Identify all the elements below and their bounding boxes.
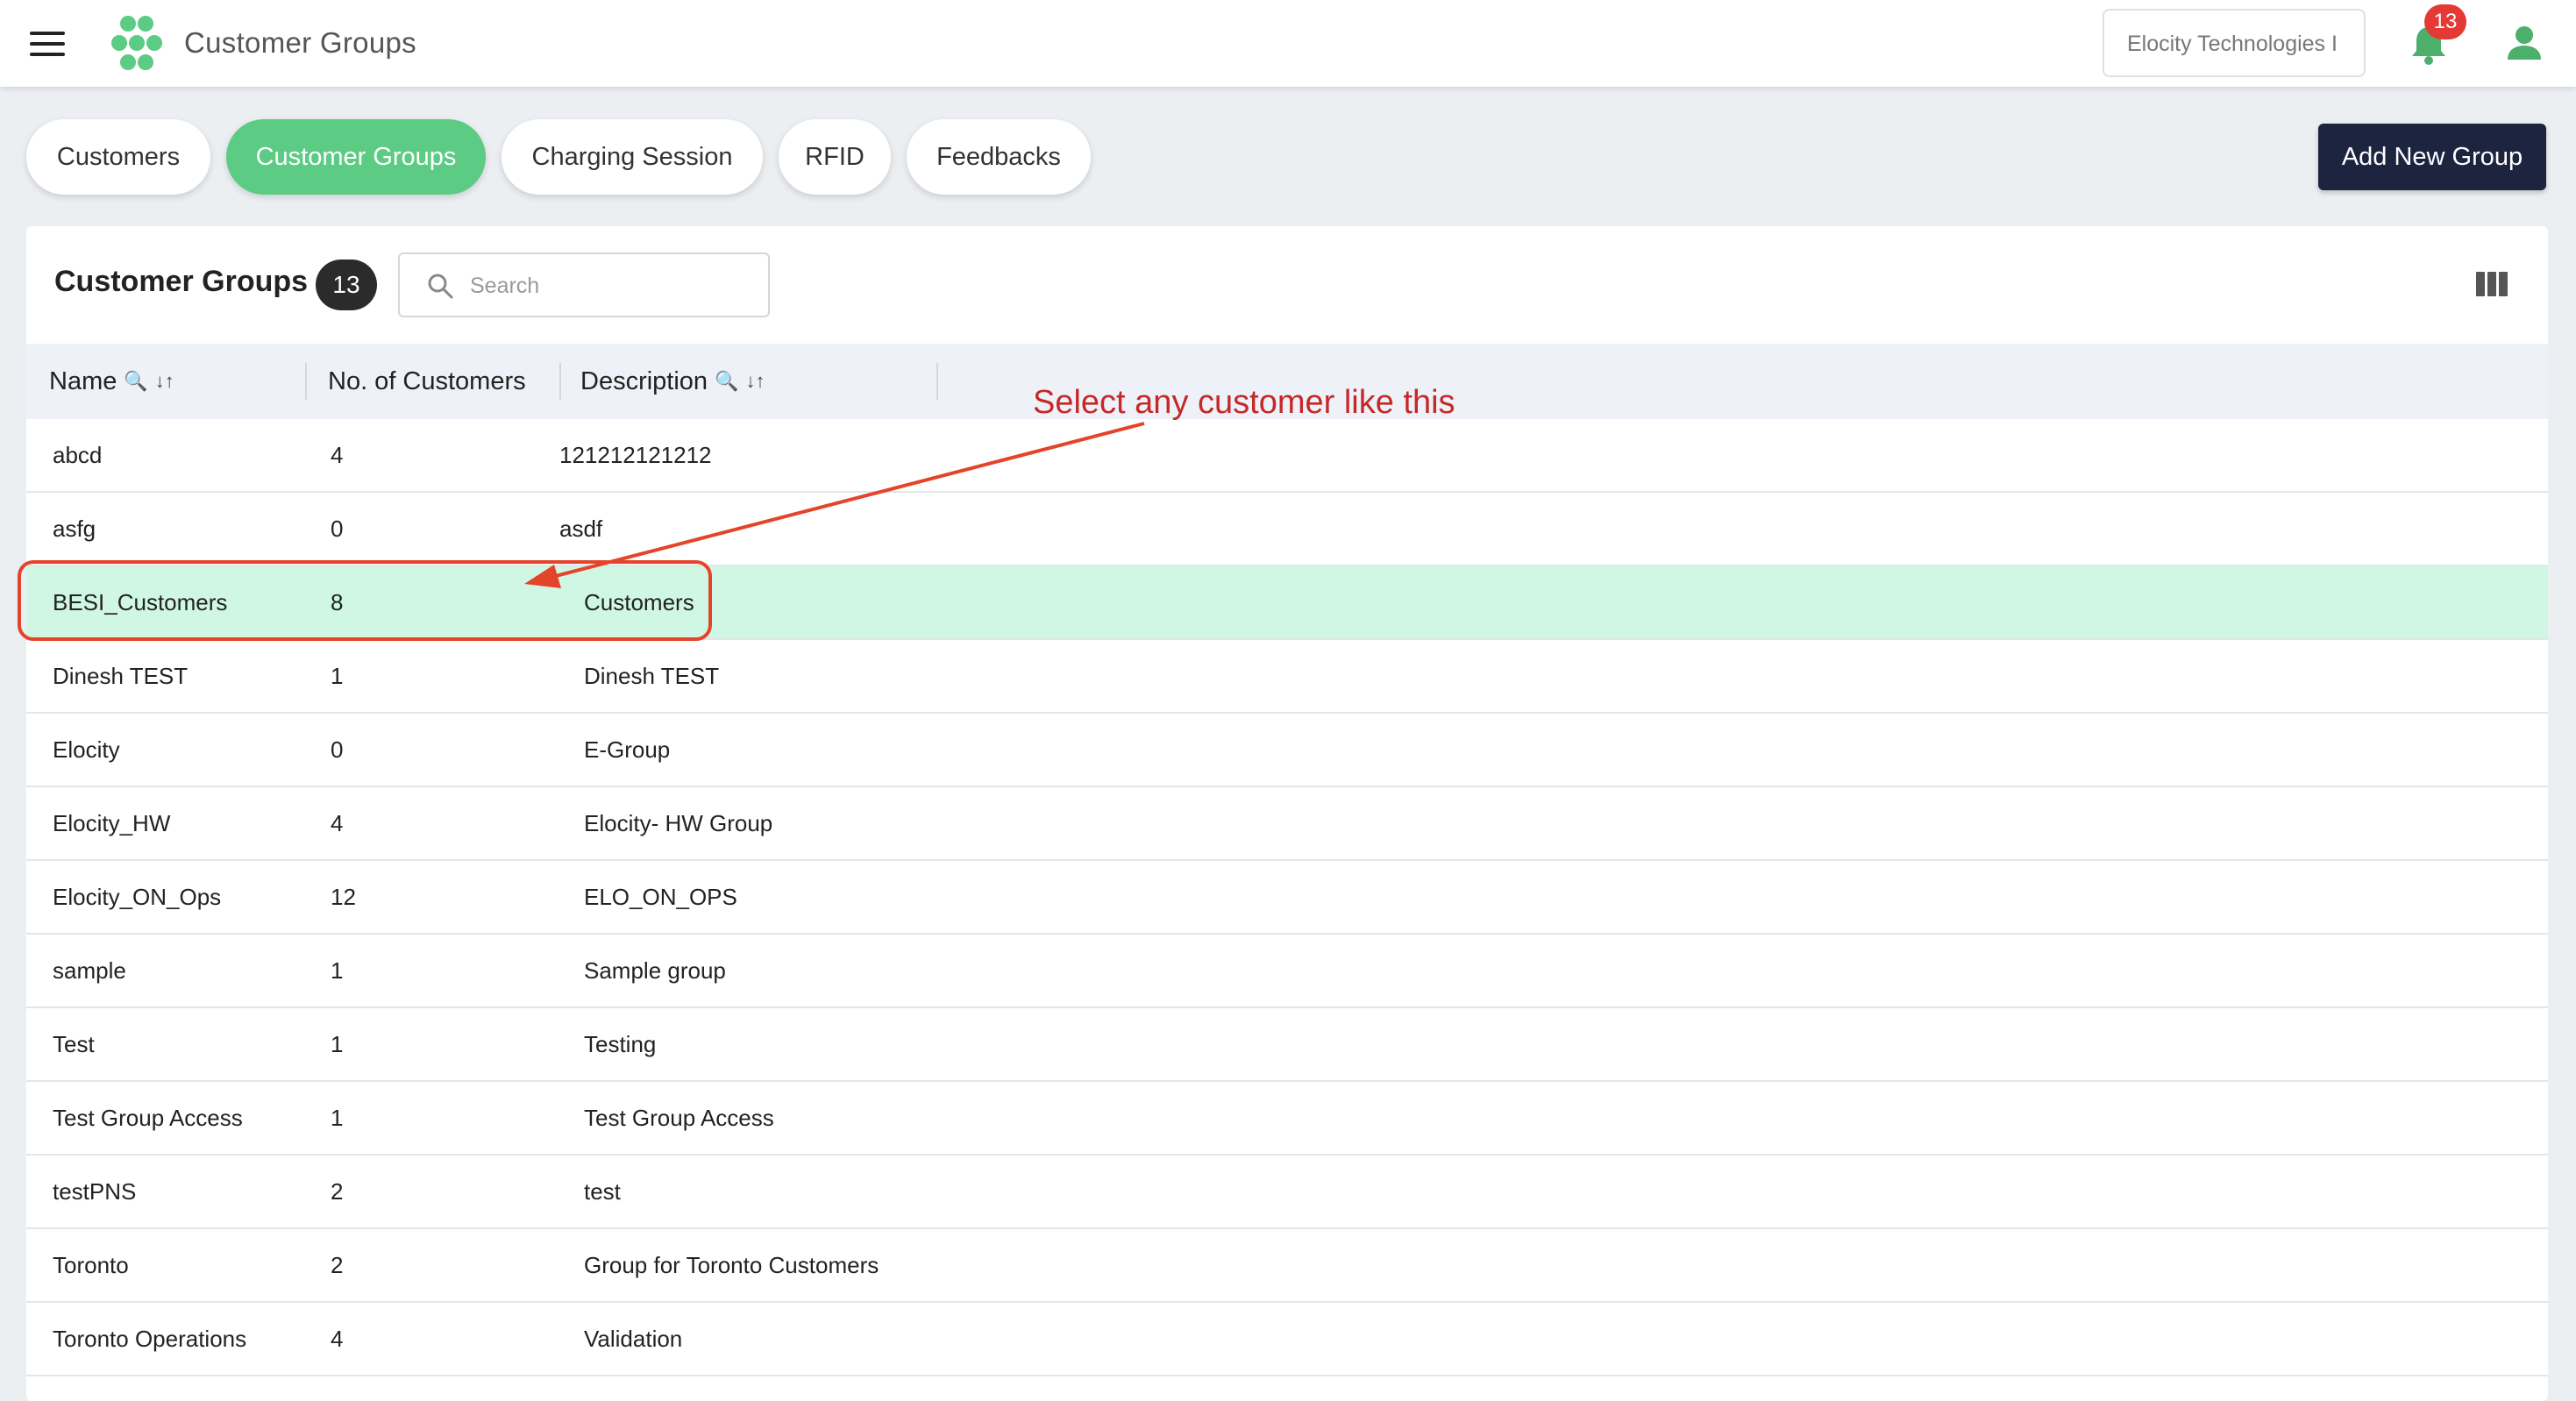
notification-badge: 13 — [2424, 4, 2466, 39]
cell-name: Toronto Operations — [53, 1326, 247, 1352]
columns-icon[interactable] — [2476, 272, 2508, 296]
table-row[interactable]: Elocity_HW 4 Elocity- HW Group — [26, 787, 2548, 861]
column-header-description[interactable]: Description 🔍 ↓↑ — [580, 344, 765, 419]
cell-customers: 0 — [331, 516, 344, 542]
cell-description: Group for Toronto Customers — [584, 1252, 879, 1278]
cell-description: Testing — [584, 1031, 657, 1057]
search-icon — [428, 274, 453, 299]
organization-selector[interactable]: Elocity Technologies I — [2103, 9, 2366, 77]
page-title: Customer Groups — [184, 26, 416, 59]
cell-description: Test Group Access — [584, 1105, 774, 1131]
tab-customer-groups[interactable]: Customer Groups — [226, 119, 486, 195]
tab-customers[interactable]: Customers — [26, 119, 210, 195]
table-row[interactable]: Test 1 Testing — [26, 1008, 2548, 1082]
cell-customers: 2 — [331, 1178, 344, 1205]
cell-name: Elocity — [53, 736, 120, 763]
cell-name: abcd — [53, 442, 103, 468]
tab-rfid[interactable]: RFID — [779, 119, 891, 195]
tab-feedbacks[interactable]: Feedbacks — [907, 119, 1091, 195]
cell-description: 121212121212 — [559, 442, 712, 468]
table-row[interactable]: sample 1 Sample group — [26, 935, 2548, 1008]
cell-customers: 1 — [331, 957, 344, 984]
add-new-group-button[interactable]: Add New Group — [2318, 124, 2546, 190]
table-row[interactable]: abcd 4 121212121212 — [26, 419, 2548, 493]
cell-customers: 4 — [331, 1326, 344, 1352]
column-divider — [936, 363, 938, 400]
column-divider — [305, 363, 307, 400]
menu-icon[interactable] — [30, 32, 65, 56]
cell-name: sample — [53, 957, 126, 984]
cell-description: asdf — [559, 516, 603, 542]
cell-description: ELO_ON_OPS — [584, 884, 737, 910]
table-row[interactable]: asfg 0 asdf — [26, 493, 2548, 566]
column-divider — [559, 363, 561, 400]
table-row[interactable]: Dinesh TEST 1 Dinesh TEST — [26, 640, 2548, 714]
annotation-text: Select any customer like this — [1033, 384, 1455, 421]
cell-description: Sample group — [584, 957, 726, 984]
tab-charging-session[interactable]: Charging Session — [502, 119, 763, 195]
table-body: abcd 4 121212121212 asfg 0 asdf BESI_Cus… — [26, 419, 2548, 1376]
table-row[interactable]: Elocity 0 E-Group — [26, 714, 2548, 787]
cell-name: BESI_Customers — [53, 589, 228, 615]
table-row[interactable]: testPNS 2 test — [26, 1156, 2548, 1229]
panel-title: Customer Groups — [54, 265, 309, 298]
cell-name: Test Group Access — [53, 1105, 243, 1131]
cell-customers: 2 — [331, 1252, 344, 1278]
cell-name: asfg — [53, 516, 96, 542]
cell-description: E-Group — [584, 736, 671, 763]
column-header-name[interactable]: Name 🔍 ↓↑ — [49, 344, 174, 419]
table-row[interactable]: Test Group Access 1 Test Group Access — [26, 1082, 2548, 1156]
cell-description: Customers — [584, 589, 694, 615]
group-count-badge: 13 — [316, 260, 377, 310]
cell-customers: 0 — [331, 736, 344, 763]
cell-customers: 12 — [331, 884, 356, 910]
sort-icon[interactable]: ↓↑ — [155, 370, 174, 393]
search-input[interactable] — [470, 267, 751, 305]
search-column-icon[interactable]: 🔍 — [715, 370, 738, 393]
cell-description: Elocity- HW Group — [584, 810, 773, 836]
cell-customers: 8 — [331, 589, 344, 615]
search-column-icon[interactable]: 🔍 — [124, 370, 147, 393]
app-logo — [111, 16, 162, 70]
table-row[interactable]: Toronto 2 Group for Toronto Customers — [26, 1229, 2548, 1303]
search-field[interactable] — [398, 252, 770, 317]
cell-customers: 4 — [331, 810, 344, 836]
cell-name: Test — [53, 1031, 95, 1057]
table-row-selected[interactable]: BESI_Customers 8 Customers — [26, 566, 2548, 640]
cell-name: testPNS — [53, 1178, 137, 1205]
cell-name: Toronto — [53, 1252, 129, 1278]
table-row[interactable]: Elocity_ON_Ops 12 ELO_ON_OPS — [26, 861, 2548, 935]
cell-customers: 1 — [331, 1031, 344, 1057]
cell-customers: 1 — [331, 1105, 344, 1131]
table-row[interactable]: Toronto Operations 4 Validation — [26, 1303, 2548, 1376]
cell-description: test — [584, 1178, 621, 1205]
cell-customers: 1 — [331, 663, 344, 689]
cell-description: Validation — [584, 1326, 683, 1352]
sort-icon[interactable]: ↓↑ — [745, 370, 765, 393]
cell-customers: 4 — [331, 442, 344, 468]
top-bar: Customer Groups Elocity Technologies I 1… — [0, 0, 2576, 87]
cell-name: Elocity_ON_Ops — [53, 884, 222, 910]
cell-name: Elocity_HW — [53, 810, 171, 836]
cell-description: Dinesh TEST — [584, 663, 720, 689]
user-icon[interactable] — [2506, 25, 2543, 61]
cell-name: Dinesh TEST — [53, 663, 189, 689]
column-header-customers[interactable]: No. of Customers — [328, 344, 526, 419]
